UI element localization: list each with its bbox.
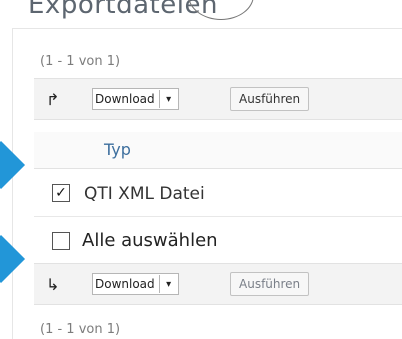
select-all-row: Alle auswählen xyxy=(34,220,402,264)
chevron-down-icon: ▾ xyxy=(158,275,178,293)
execute-button-top[interactable]: Ausführen xyxy=(230,87,310,111)
toolbar-bottom: ↳ Download ▾ Ausführen xyxy=(34,263,402,305)
select-all-label[interactable]: Alle auswählen xyxy=(82,230,218,251)
pagination-info-top: (1 - 1 von 1) xyxy=(40,54,121,69)
chevron-down-icon: ▾ xyxy=(158,90,178,108)
toolbar-top: ↱ Download ▾ Ausführen xyxy=(34,78,402,120)
arrow-up-right-icon: ↱ xyxy=(46,90,60,109)
action-select-bottom[interactable]: Download ▾ xyxy=(92,273,179,295)
action-select-top[interactable]: Download ▾ xyxy=(92,88,179,110)
row-checkbox[interactable]: ✓ xyxy=(52,184,70,202)
row-type-label: QTI XML Datei xyxy=(84,184,205,204)
select-all-checkbox[interactable] xyxy=(52,232,70,250)
table-header: Typ xyxy=(34,132,402,169)
arrow-down-right-icon: ↳ xyxy=(46,275,60,294)
execute-button-bottom[interactable]: Ausführen xyxy=(230,272,310,296)
column-header-type[interactable]: Typ xyxy=(104,140,131,159)
table-row: ✓ QTI XML Datei xyxy=(34,172,402,217)
